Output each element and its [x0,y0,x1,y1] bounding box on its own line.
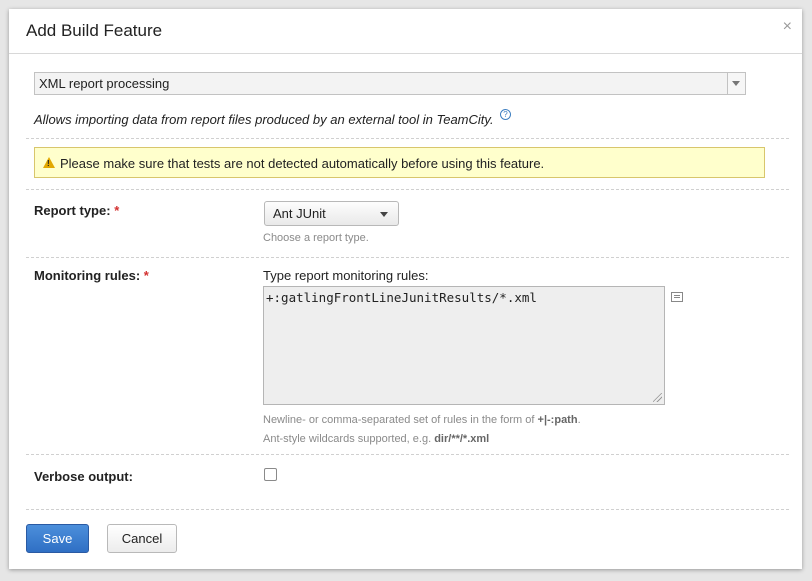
required-mark: * [114,203,120,218]
open-editor-icon[interactable] [671,292,683,302]
required-mark: * [143,268,149,283]
dialog-header: Add Build Feature × [9,9,802,54]
resize-handle-icon[interactable] [653,393,662,402]
chevron-down-icon[interactable] [727,73,745,94]
warning-text: Please make sure that tests are not dete… [60,156,545,171]
warning-box: ! Please make sure that tests are not de… [34,147,765,178]
monitoring-rules-value: +:gatlingFrontLineJunitResults/*.xml [266,290,537,305]
report-type-select[interactable]: Ant JUnit [264,201,399,226]
chevron-down-icon [380,212,388,217]
footer-divider [26,509,789,510]
verbose-output-checkbox[interactable] [264,468,277,481]
warning-icon: ! [43,157,55,168]
dialog-title: Add Build Feature [26,21,163,40]
monitoring-rules-caption: Type report monitoring rules: [263,268,429,283]
report-type-value: Ant JUnit [273,206,326,221]
verbose-output-label: Verbose output: [34,469,133,484]
section-divider [26,454,789,455]
save-button[interactable]: Save [26,524,89,553]
report-type-hint: Choose a report type. [263,232,369,244]
feature-description: Allows importing data from report files … [34,112,494,127]
monitoring-rules-hint-1: Newline- or comma-separated set of rules… [263,414,581,426]
feature-type-value: XML report processing [39,76,170,91]
cancel-button[interactable]: Cancel [107,524,177,553]
report-type-label: Report type: * [34,203,120,218]
close-icon[interactable]: × [783,19,792,35]
section-divider [26,189,789,190]
monitoring-rules-textarea[interactable]: +:gatlingFrontLineJunitResults/*.xml [263,286,665,405]
help-icon[interactable]: ? [500,109,511,120]
section-divider [26,138,789,139]
monitoring-rules-hint-2: Ant-style wildcards supported, e.g. dir/… [263,433,490,445]
feature-type-select[interactable]: XML report processing [34,72,746,95]
monitoring-rules-label: Monitoring rules: * [34,268,149,283]
section-divider [26,257,789,258]
add-build-feature-dialog: Add Build Feature × XML report processin… [9,9,802,569]
